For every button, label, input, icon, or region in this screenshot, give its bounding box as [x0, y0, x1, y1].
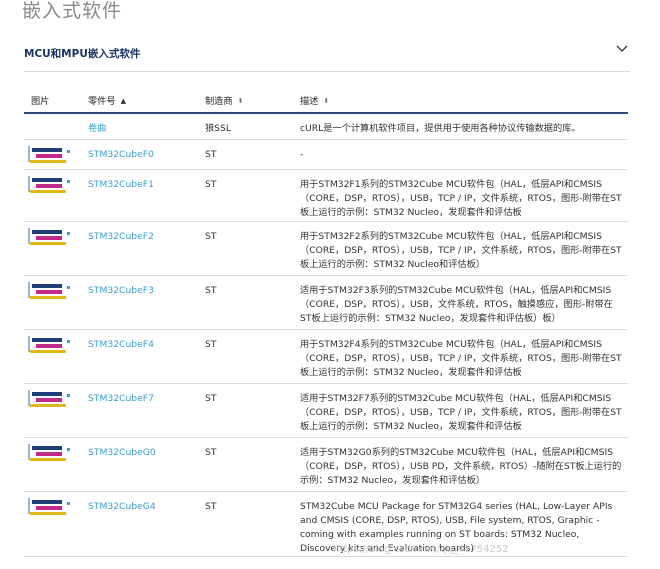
part-number-link[interactable]: STM32CubeF7: [88, 384, 198, 406]
table-row: STM32CubeF3 ST 适用于STM32F3系列的STM32Cube MCU软…: [24, 275, 628, 330]
cell-image: [24, 491, 81, 557]
cell-manufacturer: ST: [198, 437, 293, 492]
column-header-image: 图片: [31, 95, 50, 107]
sort-icon[interactable]: ⬍: [238, 97, 244, 105]
cell-description: cURL是一个计算机软件项目，提供用于使用各种协议传输数据的库。: [293, 113, 628, 140]
cell-part-number: 卷曲: [81, 113, 198, 140]
section-title: MCU和MPU嵌入式软件: [24, 48, 141, 60]
description-text: 适用于STM32G0系列的STM32Cube MCU软件包（HAL，低层API和…: [300, 446, 622, 486]
part-number-link[interactable]: STM32CubeF1: [88, 170, 198, 192]
cell-image: [24, 329, 81, 384]
cell-image: [24, 275, 81, 330]
description-text: 适用于STM32F7系列的STM32Cube MCU软件包（HAL，低层API和…: [300, 392, 622, 432]
cell-manufacturer: ST: [198, 275, 293, 330]
description-text: -: [300, 148, 304, 160]
product-thumbnail-image: [28, 443, 72, 464]
manufacturer-text: ST: [205, 230, 217, 242]
product-thumbnail-image: [28, 175, 72, 196]
manufacturer-text: ST: [205, 148, 217, 160]
cell-manufacturer: ST: [198, 221, 293, 276]
table-row: STM32CubeG4 ST STM32Cube MCU Package for S…: [24, 491, 628, 557]
cell-manufacturer: ST: [198, 383, 293, 438]
cell-description: 用于STM32F1系列的STM32Cube MCU软件包（HAL，低层API和C…: [293, 169, 628, 222]
part-number-link[interactable]: STM32CubeF2: [88, 222, 198, 244]
cell-part-number: STM32CubeF2: [81, 221, 198, 276]
cell-image: [24, 383, 81, 438]
cell-part-number: STM32CubeF1: [81, 169, 198, 222]
description-text: cURL是一个计算机软件项目，提供用于使用各种协议传输数据的库。: [300, 123, 581, 134]
manufacturer-text: ST: [205, 178, 217, 190]
page-title: 嵌入式软件: [22, 0, 123, 22]
description-text: 用于STM32F2系列的STM32Cube MCU软件包（HAL，低层API和C…: [300, 230, 622, 270]
part-number-link[interactable]: 卷曲: [88, 114, 198, 136]
chevron-down-icon[interactable]: [616, 42, 628, 54]
manufacturer-text: ST: [205, 446, 217, 458]
cell-part-number: STM32CubeG0: [81, 437, 198, 492]
manufacturer-text: 狼SSL: [205, 123, 231, 134]
sort-icon[interactable]: ⬍: [323, 97, 329, 105]
part-number-link[interactable]: STM32CubeF3: [88, 276, 198, 298]
table-row: 卷曲 狼SSL cURL是一个计算机软件项目，提供用于使用各种协议传输数据的库。: [24, 113, 628, 140]
manufacturer-text: ST: [205, 338, 217, 350]
table-header-row: 图片 零件号 ▲ 制造商 ⬍ 描述 ⬍: [24, 87, 628, 113]
cell-part-number: STM32CubeG4: [81, 491, 198, 557]
product-thumbnail-image: [28, 227, 72, 248]
cell-manufacturer: 狼SSL: [198, 113, 293, 140]
description-text: 用于STM32F1系列的STM32Cube MCU软件包（HAL，低层API和C…: [300, 178, 622, 218]
part-number-link[interactable]: STM32CubeF0: [88, 140, 198, 162]
table-row: STM32CubeF2 ST 用于STM32F2系列的STM32Cube MCU软件…: [24, 221, 628, 276]
cell-image: [24, 139, 81, 170]
cell-part-number: STM32CubeF3: [81, 275, 198, 330]
product-thumbnail-image: [28, 281, 72, 302]
cell-image: [24, 169, 81, 222]
cell-description: -: [293, 139, 628, 170]
table-row: STM32CubeF7 ST 适用于STM32F7系列的STM32Cube MCU软…: [24, 383, 628, 438]
cell-part-number: STM32CubeF0: [81, 139, 198, 170]
table-row: STM32CubeF1 ST 用于STM32F1系列的STM32Cube MCU软件…: [24, 169, 628, 222]
cell-part-number: STM32CubeF4: [81, 329, 198, 384]
column-header-manufacturer[interactable]: 制造商 ⬍: [198, 87, 293, 113]
product-thumbnail-image: [28, 497, 72, 518]
part-number-link[interactable]: STM32CubeF4: [88, 330, 198, 352]
cell-description: 适用于STM32F7系列的STM32Cube MCU软件包（HAL，低层API和…: [293, 383, 628, 438]
manufacturer-text: ST: [205, 284, 217, 296]
divider: [24, 71, 630, 72]
cell-image: [24, 437, 81, 492]
manufacturer-text: ST: [205, 500, 217, 512]
cell-manufacturer: ST: [198, 491, 293, 557]
manufacturer-text: ST: [205, 392, 217, 404]
table-row: STM32CubeF4 ST 用于STM32F4系列的STM32Cube MCU软件…: [24, 329, 628, 384]
watermark: https://blog.csdn.net/qq_41754252: [333, 544, 509, 555]
column-header-part[interactable]: 零件号 ▲: [81, 87, 198, 113]
cell-description: 适用于STM32G0系列的STM32Cube MCU软件包（HAL，低层API和…: [293, 437, 628, 492]
product-thumbnail-image: [28, 389, 72, 410]
cell-description: 适用于STM32F3系列的STM32Cube MCU软件包（HAL，低层API和…: [293, 275, 628, 330]
software-table: 图片 零件号 ▲ 制造商 ⬍ 描述 ⬍ 卷曲 狼SSL cURL是一个计算机软件项目，提供…: [24, 87, 628, 557]
description-text: 适用于STM32F3系列的STM32Cube MCU软件包（HAL，低层API和…: [300, 284, 613, 324]
part-number-link[interactable]: STM32CubeG0: [88, 438, 198, 460]
table-row: STM32CubeF0 ST -: [24, 139, 628, 170]
cell-part-number: STM32CubeF7: [81, 383, 198, 438]
table-row: STM32CubeG0 ST 适用于STM32G0系列的STM32Cube MCU软…: [24, 437, 628, 492]
sort-asc-icon[interactable]: ▲: [121, 97, 126, 105]
accordion-header[interactable]: MCU和MPU嵌入式软件: [24, 44, 630, 60]
description-text: 用于STM32F4系列的STM32Cube MCU软件包（HAL，低层API和C…: [300, 338, 622, 378]
product-thumbnail-image: [28, 145, 72, 166]
cell-description: 用于STM32F4系列的STM32Cube MCU软件包（HAL，低层API和C…: [293, 329, 628, 384]
product-thumbnail-image: [28, 335, 72, 356]
part-number-link[interactable]: STM32CubeG4: [88, 492, 198, 514]
cell-image: [24, 113, 81, 140]
cell-manufacturer: ST: [198, 139, 293, 170]
cell-image: [24, 221, 81, 276]
cell-description: 用于STM32F2系列的STM32Cube MCU软件包（HAL，低层API和C…: [293, 221, 628, 276]
cell-manufacturer: ST: [198, 329, 293, 384]
cell-manufacturer: ST: [198, 169, 293, 222]
column-header-description[interactable]: 描述 ⬍: [293, 87, 628, 113]
